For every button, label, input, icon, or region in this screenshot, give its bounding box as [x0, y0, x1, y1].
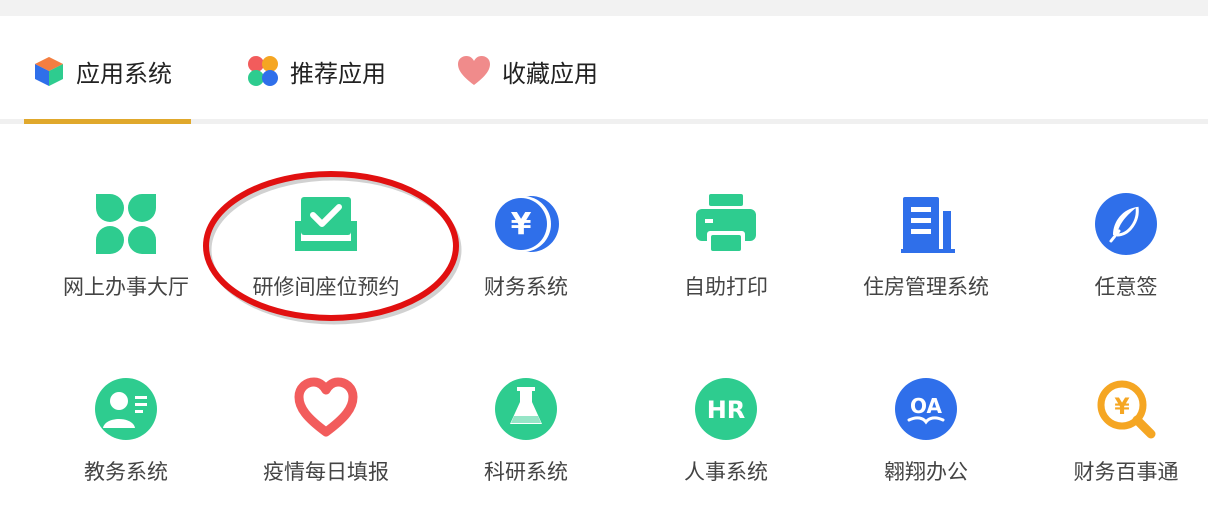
- heart-outline-icon: [293, 376, 359, 442]
- app-item-finance[interactable]: ¥ 财务系统: [441, 191, 611, 321]
- yen-glyph: ¥: [1114, 395, 1130, 420]
- app-item-daily-report[interactable]: 疫情每日填报: [241, 376, 411, 506]
- yen-search-icon: ¥: [1093, 376, 1159, 442]
- app-label: 科研系统: [484, 460, 568, 484]
- yen-glyph: ¥: [511, 207, 532, 242]
- app-item-finance-helper[interactable]: ¥ 财务百事通: [1041, 376, 1208, 506]
- app-label: 任意签: [1094, 275, 1158, 299]
- app-label: 财务百事通: [1073, 460, 1179, 484]
- building-icon: [893, 191, 959, 257]
- app-item-housing[interactable]: 住房管理系统: [841, 191, 1011, 321]
- app-label: 人事系统: [684, 460, 768, 484]
- tab-recommended[interactable]: 推荐应用: [246, 54, 386, 88]
- feather-icon: [1093, 191, 1159, 257]
- app-label: 疫情每日填报: [263, 460, 389, 484]
- heart-icon: [458, 56, 490, 85]
- four-petal-icon: [248, 56, 278, 86]
- printer-icon: [693, 191, 759, 257]
- app-label: 教务系统: [84, 460, 168, 484]
- cube-icon: [35, 57, 63, 86]
- hr-text: HR: [707, 396, 746, 424]
- app-item-office[interactable]: OA 翱翔办公: [841, 376, 1011, 506]
- app-item-self-print[interactable]: 自助打印: [641, 191, 811, 321]
- app-label: 网上办事大厅: [63, 275, 189, 299]
- app-item-academic[interactable]: 教务系统: [41, 376, 211, 506]
- app-label: 财务系统: [484, 275, 568, 299]
- top-strip: [0, 0, 1208, 16]
- tab-recommended-label: 推荐应用: [290, 59, 386, 88]
- tab-favorites-label: 收藏应用: [502, 59, 598, 88]
- tab-app-systems-label: 应用系统: [76, 59, 172, 88]
- app-item-hr[interactable]: HR 人事系统: [641, 376, 811, 506]
- app-item-any-sign[interactable]: 任意签: [1041, 191, 1208, 321]
- app-label: 研修间座位预约: [252, 275, 400, 299]
- oa-text: OA: [910, 394, 942, 418]
- yen-coin-icon: ¥: [493, 191, 559, 257]
- app-item-service-hall[interactable]: 网上办事大厅: [41, 191, 211, 321]
- tab-favorites[interactable]: 收藏应用: [456, 54, 598, 88]
- app-label: 自助打印: [684, 275, 768, 299]
- app-item-research[interactable]: 科研系统: [441, 376, 611, 506]
- tab-app-systems[interactable]: 应用系统: [32, 54, 172, 88]
- app-label: 住房管理系统: [863, 275, 989, 299]
- oa-icon: OA: [893, 376, 959, 442]
- clover-icon: [93, 191, 159, 257]
- active-tab-indicator: [24, 119, 191, 124]
- flask-icon: [493, 376, 559, 442]
- app-item-seat-booking[interactable]: 研修间座位预约: [241, 191, 411, 321]
- app-tabs: 应用系统 推荐应用 收藏应用: [0, 16, 1208, 124]
- seat-booking-icon: [293, 191, 359, 257]
- teacher-icon: [93, 376, 159, 442]
- hr-badge-icon: HR: [693, 376, 759, 442]
- app-label: 翱翔办公: [884, 460, 968, 484]
